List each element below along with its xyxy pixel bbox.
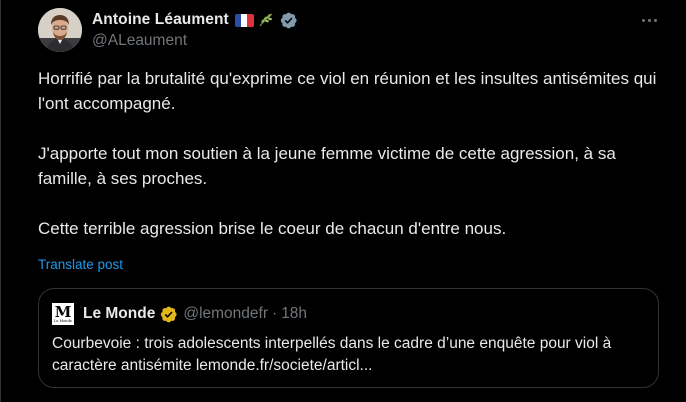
leaf-icon (259, 13, 273, 27)
quoted-tweet-text: Courbevoie : trois adolescents interpell… (52, 335, 612, 374)
tweet-paragraph: Horrifié par la brutalité qu'exprime ce … (38, 69, 657, 113)
timeline-divider (0, 0, 1, 402)
le-monde-avatar[interactable]: M Le Monde (52, 303, 74, 325)
le-monde-logo-sublabel: Le Monde (54, 319, 72, 323)
author-handle[interactable]: @ALeaument (92, 32, 298, 50)
le-monde-logo-glyph: M (54, 303, 72, 321)
author-avatar-photo (38, 8, 82, 52)
more-options-icon (640, 18, 658, 22)
french-flag-icon (234, 13, 254, 27)
tweet-text: Horrifié par la brutalité qu'exprime ce … (38, 66, 668, 241)
gold-verified-badge-icon[interactable] (159, 305, 178, 324)
verified-badge-icon[interactable] (279, 11, 298, 30)
tweet-header: Antoine Léaument @ALeaument (38, 8, 666, 54)
quoted-tweet-card[interactable]: M Le Monde Le Monde @lemondefr · 18h Cou… (38, 288, 659, 388)
author-name-row: Antoine Léaument (92, 9, 298, 31)
author-avatar[interactable] (38, 8, 82, 52)
tweet-paragraph: J'apporte tout mon soutien à la jeune fe… (38, 144, 616, 188)
quoted-author-name[interactable]: Le Monde (83, 305, 155, 323)
separator-dot: · (272, 305, 278, 322)
quoted-post-timestamp[interactable]: 18h (281, 305, 307, 323)
author-display-name[interactable]: Antoine Léaument (92, 11, 229, 29)
quoted-tweet-header: M Le Monde Le Monde @lemondefr · 18h (52, 303, 307, 325)
more-options-button[interactable] (638, 10, 660, 30)
quoted-author-handle[interactable]: @lemondefr (183, 305, 268, 323)
tweet-paragraph: Cette terrible agression brise le coeur … (38, 219, 507, 238)
author-info: Antoine Léaument @ALeaument (92, 9, 298, 50)
translate-post-link[interactable]: Translate post (38, 257, 123, 272)
